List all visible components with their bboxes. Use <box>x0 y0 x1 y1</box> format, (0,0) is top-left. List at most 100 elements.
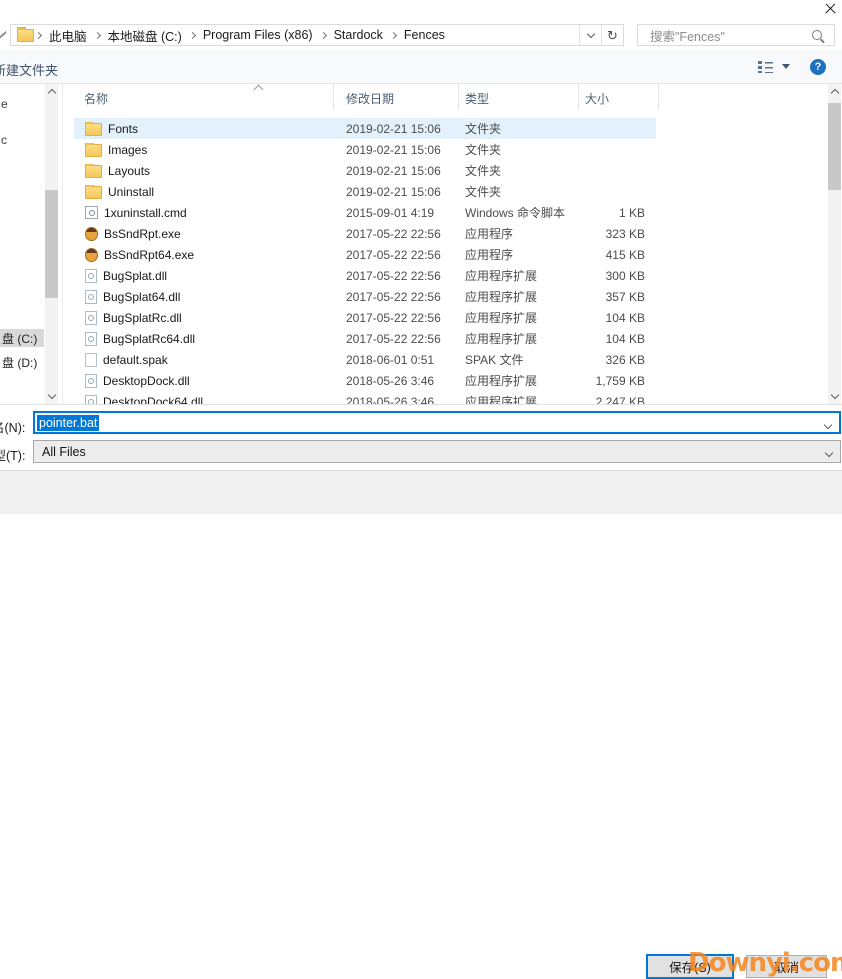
file-name: 1xuninstall.cmd <box>104 206 187 220</box>
table-row[interactable]: BugSplat64.dll2017-05-22 22:56应用程序扩展357 … <box>63 286 828 307</box>
sidebar-drive-label: 盘 (C:) <box>2 330 37 347</box>
file-name: Fonts <box>108 122 138 136</box>
breadcrumb-separator-icon <box>93 31 100 38</box>
save-button[interactable]: 保存(S) <box>646 954 734 979</box>
dll-gear-icon <box>85 374 97 388</box>
column-header-size[interactable]: 大小 <box>579 84 659 110</box>
table-row[interactable]: Layouts2019-02-21 15:06文件夹 <box>63 160 828 181</box>
dropdown-triangle-icon <box>782 64 790 69</box>
list-view-icon <box>758 60 773 73</box>
table-row[interactable]: Images2019-02-21 15:06文件夹 <box>63 139 828 160</box>
sidebar-drive-item[interactable]: 盘 (C:) <box>0 329 44 347</box>
file-size: 415 KB <box>579 248 659 262</box>
file-type: 文件夹 <box>459 120 579 137</box>
table-row[interactable]: Fonts 2019-02-21 15:06文件夹 <box>63 118 828 139</box>
table-row[interactable]: BugSplatRc64.dll2017-05-22 22:56应用程序扩展10… <box>63 328 828 349</box>
folder-icon <box>85 186 102 199</box>
sidebar-item-fragment[interactable]: e <box>1 97 8 111</box>
file-name: BugSplat64.dll <box>103 290 180 304</box>
file-type: 应用程序扩展 <box>459 330 579 347</box>
breadcrumb-item[interactable]: Stardock <box>328 28 389 42</box>
breadcrumb-separator-icon <box>35 31 42 38</box>
folder-icon <box>85 144 102 157</box>
sidebar-scrollbar[interactable] <box>45 84 58 404</box>
table-row[interactable]: 1xuninstall.cmd2015-09-01 4:19Windows 命令… <box>63 202 828 223</box>
breadcrumb-separator-icon <box>320 31 327 38</box>
breadcrumb-separator-icon <box>390 31 397 38</box>
dll-gear-icon <box>85 332 97 346</box>
folder-icon <box>17 29 34 42</box>
scroll-up-icon[interactable] <box>45 84 58 99</box>
file-list-scrollbar[interactable] <box>828 84 841 404</box>
breadcrumb-items: 此电脑本地磁盘 (C:) Program Files (x86) Stardock F… <box>34 25 451 45</box>
table-row[interactable]: BugSplat.dll 2017-05-22 22:56应用程序扩展300 KB <box>63 265 828 286</box>
table-row[interactable]: DesktopDock64.dll2018-05-26 3:46应用程序扩展2,… <box>63 391 828 404</box>
scroll-up-icon[interactable] <box>828 84 841 99</box>
folder-icon <box>85 165 102 178</box>
chevron-down-icon <box>824 421 832 429</box>
close-icon[interactable] <box>824 2 837 15</box>
sidebar-drive-item[interactable]: 盘 (D:) <box>0 353 44 371</box>
file-date: 2019-02-21 15:06 <box>334 122 459 136</box>
file-size: 300 KB <box>579 269 659 283</box>
table-row[interactable]: BsSndRpt64.exe2017-05-22 22:56应用程序415 KB <box>63 244 828 265</box>
new-folder-button[interactable]: 新建文件夹 <box>0 60 58 79</box>
file-date: 2018-05-26 3:46 <box>334 395 459 405</box>
bug-app-icon <box>85 227 98 241</box>
file-type: 应用程序 <box>459 225 579 242</box>
scrollbar-thumb[interactable] <box>45 190 58 298</box>
file-date: 2018-05-26 3:46 <box>334 374 459 388</box>
search-icon <box>812 30 822 40</box>
table-row[interactable]: DesktopDock.dll2018-05-26 3:46应用程序扩展1,75… <box>63 370 828 391</box>
file-name: BugSplatRc.dll <box>103 311 182 325</box>
nav-up-arrow-fragment[interactable] <box>0 28 6 41</box>
file-rows: Fonts2019-02-21 15:06文件夹Images2019-02-21… <box>63 118 828 404</box>
refresh-icon: ↻ <box>607 29 618 42</box>
file-date: 2017-05-22 22:56 <box>334 227 459 241</box>
column-header-date[interactable]: 修改日期 <box>334 84 459 110</box>
sidebar-drive-label: 盘 (D:) <box>2 354 37 371</box>
view-options-button[interactable] <box>758 60 790 73</box>
breadcrumb-item[interactable]: 本地磁盘 (C:) <box>102 26 188 45</box>
table-row[interactable]: BsSndRpt.exe2017-05-22 22:56应用程序323 KB <box>63 223 828 244</box>
file-type: 文件夹 <box>459 162 579 179</box>
file-type: 文件夹 <box>459 183 579 200</box>
column-header-name[interactable]: 名称 <box>63 84 334 110</box>
dialog-footer: 保存(S) 取消 Downyi.com <box>0 470 842 514</box>
chevron-down-icon <box>825 449 833 457</box>
file-date: 2017-05-22 22:56 <box>334 269 459 283</box>
scroll-down-icon[interactable] <box>45 389 58 404</box>
scrollbar-thumb[interactable] <box>828 103 841 190</box>
file-name: Images <box>108 143 147 157</box>
sidebar-item-fragment[interactable]: c <box>1 133 7 147</box>
file-type: 应用程序扩展 <box>459 267 579 284</box>
breadcrumb-item[interactable]: Fences <box>398 28 451 42</box>
table-row[interactable]: BugSplatRc.dll2017-05-22 22:56应用程序扩展104 … <box>63 307 828 328</box>
filename-input[interactable]: pointer.bat <box>33 411 841 434</box>
refresh-button[interactable]: ↻ <box>601 25 623 45</box>
file-size: 1,759 KB <box>579 374 659 388</box>
file-name: default.spak <box>103 353 168 367</box>
file-name: BsSndRpt.exe <box>104 227 181 241</box>
breadcrumb-item[interactable]: 此电脑 <box>43 26 93 45</box>
file-name: BugSplat.dll <box>103 269 167 283</box>
chevron-down-icon <box>586 29 594 37</box>
address-dropdown-button[interactable] <box>579 25 601 45</box>
filename-label: 文件名(N): <box>0 417 25 436</box>
table-row[interactable]: Uninstall2019-02-21 15:06文件夹 <box>63 181 828 202</box>
help-button[interactable]: ? <box>810 59 826 75</box>
cancel-button[interactable]: 取消 <box>746 955 827 978</box>
search-input[interactable]: 搜索"Fences" <box>637 24 835 46</box>
list-divider <box>0 404 842 405</box>
table-row[interactable]: default.spak2018-06-01 0:51SPAK 文件326 KB <box>63 349 828 370</box>
file-size: 104 KB <box>579 332 659 346</box>
filetype-label: 保存类型(T): <box>0 445 25 464</box>
breadcrumb-item[interactable]: Program Files (x86) <box>197 28 319 42</box>
file-size: 326 KB <box>579 353 659 367</box>
column-header-type[interactable]: 类型 <box>459 84 579 110</box>
filetype-select[interactable]: All Files <box>33 440 841 463</box>
folder-icon <box>85 123 102 136</box>
file-list: 名称 修改日期 类型 大小 Fonts2019-02-21 15:06文件夹Im… <box>62 84 828 404</box>
file-date: 2017-05-22 22:56 <box>334 248 459 262</box>
scroll-down-icon[interactable] <box>828 389 841 404</box>
